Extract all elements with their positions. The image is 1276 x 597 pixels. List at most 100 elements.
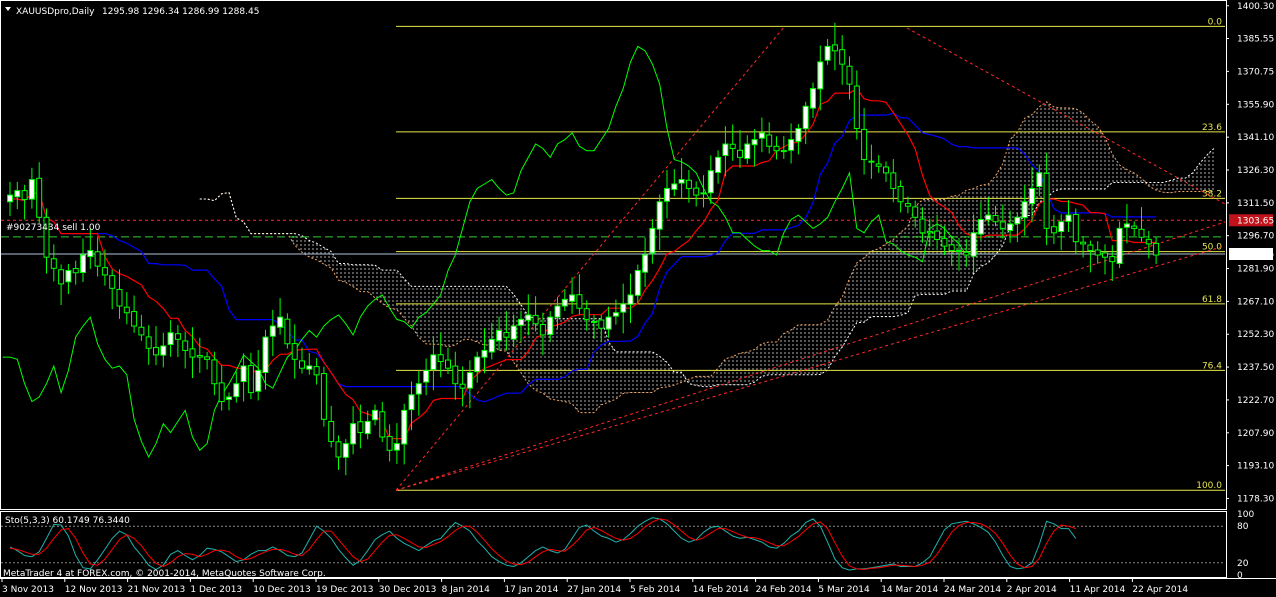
candle-body bbox=[766, 134, 773, 147]
time-tick-label: 24 Mar 2014 bbox=[944, 585, 1001, 595]
candle-body bbox=[28, 179, 35, 200]
candle-body bbox=[1087, 244, 1094, 252]
candle-body bbox=[423, 369, 430, 383]
time-tick-label: 10 Dec 2013 bbox=[253, 585, 311, 595]
time-tick-label: 2 Apr 2014 bbox=[1007, 585, 1057, 595]
candle-body bbox=[284, 318, 291, 345]
price-tick-label: 1193.10 bbox=[1237, 462, 1274, 472]
last-price-label: 1288.45 bbox=[1237, 250, 1274, 260]
fib-label-2: 38.2 bbox=[1202, 189, 1222, 199]
stoch-tick-label: 100 bbox=[1237, 510, 1254, 520]
fib-label-0: 0.0 bbox=[1208, 17, 1223, 27]
candle-body bbox=[956, 250, 962, 253]
price-tick-label: 1326.30 bbox=[1237, 166, 1274, 176]
candle-body bbox=[306, 365, 313, 370]
candle-body bbox=[649, 227, 656, 254]
candle-body bbox=[1109, 256, 1116, 263]
candle-body bbox=[605, 316, 612, 330]
candle-body bbox=[576, 294, 583, 309]
candle-body bbox=[532, 314, 539, 325]
price-tick-label: 1385.55 bbox=[1237, 35, 1274, 45]
candle-body bbox=[875, 163, 882, 167]
candle-body bbox=[320, 373, 327, 420]
candle-body bbox=[977, 218, 984, 235]
candle-body bbox=[401, 409, 408, 445]
time-tick-label: 21 Nov 2013 bbox=[128, 585, 186, 595]
order-price-label: 1303.65 bbox=[1237, 216, 1274, 226]
chart-window: 0.023.638.250.061.876.4100.0 1400.301385… bbox=[0, 0, 1276, 597]
candle-body bbox=[262, 336, 269, 374]
time-tick-label: 14 Feb 2014 bbox=[693, 585, 749, 595]
candle-body bbox=[919, 218, 926, 234]
candle-body bbox=[744, 143, 751, 159]
candle-body bbox=[58, 269, 65, 285]
fib-label-4: 61.8 bbox=[1202, 295, 1222, 305]
stoch-tick-label: 0 bbox=[1237, 571, 1243, 581]
candle-body bbox=[912, 206, 919, 218]
candle-body bbox=[80, 254, 86, 274]
time-tick-label: 27 Jan 2014 bbox=[567, 585, 621, 595]
candle-body bbox=[547, 316, 554, 336]
candle-body bbox=[554, 305, 561, 318]
candle-body bbox=[204, 356, 211, 360]
candle-body bbox=[707, 170, 714, 194]
candle-body bbox=[255, 369, 262, 392]
candle-body bbox=[445, 359, 451, 369]
price-tick-label: 1370.75 bbox=[1237, 67, 1274, 77]
candle-body bbox=[452, 365, 459, 385]
candle-body bbox=[393, 443, 400, 451]
candle-body bbox=[1050, 226, 1057, 234]
candle-body bbox=[671, 183, 678, 190]
price-tick-label: 1311.50 bbox=[1237, 199, 1274, 209]
candle-body bbox=[561, 298, 568, 307]
candle-body bbox=[810, 88, 816, 109]
candle-body bbox=[861, 128, 868, 161]
time-tick-label: 1 Dec 2013 bbox=[190, 585, 242, 595]
candle-body bbox=[350, 423, 357, 445]
price-tick-label: 1267.10 bbox=[1237, 297, 1274, 307]
candle-body bbox=[802, 105, 809, 130]
price-tick-label: 1207.90 bbox=[1237, 429, 1274, 439]
candle-body bbox=[291, 343, 298, 360]
candle-body bbox=[87, 250, 94, 257]
candle-body bbox=[218, 382, 225, 402]
candle-body bbox=[700, 192, 707, 195]
stoch-tick-label: 20 bbox=[1237, 559, 1249, 569]
price-tick-label: 1237.50 bbox=[1237, 363, 1274, 373]
candle-body bbox=[642, 254, 649, 273]
order-line-label[interactable]: #90273434 sell 1.00 bbox=[6, 223, 101, 233]
candle-body bbox=[123, 306, 130, 314]
candle-body bbox=[795, 128, 802, 142]
candle-body bbox=[21, 190, 28, 201]
candle-body bbox=[408, 394, 415, 411]
time-tick-label: 3 Nov 2013 bbox=[2, 585, 54, 595]
candle-body bbox=[1102, 252, 1108, 258]
candle-body bbox=[883, 166, 889, 174]
candle-body bbox=[379, 411, 386, 438]
ohlc-readout: 1295.98 1296.34 1286.99 1288.45 bbox=[102, 7, 259, 17]
candle-body bbox=[729, 143, 736, 149]
candle-body bbox=[437, 354, 444, 363]
candle-body bbox=[868, 160, 875, 163]
candle-body bbox=[510, 325, 517, 340]
candle-body bbox=[518, 318, 524, 326]
time-tick-label: 14 Mar 2014 bbox=[881, 585, 938, 595]
price-tick-label: 1252.30 bbox=[1237, 330, 1274, 340]
candle-body bbox=[7, 194, 13, 203]
candle-body bbox=[693, 187, 700, 196]
candle-body bbox=[357, 421, 364, 434]
price-tick-label: 1341.10 bbox=[1237, 133, 1274, 143]
candle-body bbox=[758, 132, 765, 139]
candle-body bbox=[992, 215, 999, 223]
candle-body bbox=[788, 139, 795, 151]
candle-body bbox=[1014, 216, 1021, 225]
stoch-tick-label: 80 bbox=[1237, 522, 1249, 532]
time-tick-label: 5 Mar 2014 bbox=[818, 585, 870, 595]
candle-body bbox=[189, 348, 196, 358]
candle-body bbox=[678, 179, 685, 184]
candle-body bbox=[182, 340, 189, 351]
candle-body bbox=[481, 349, 488, 358]
candle-body bbox=[247, 365, 254, 394]
candle-body bbox=[226, 396, 232, 400]
candle-body bbox=[897, 185, 904, 203]
